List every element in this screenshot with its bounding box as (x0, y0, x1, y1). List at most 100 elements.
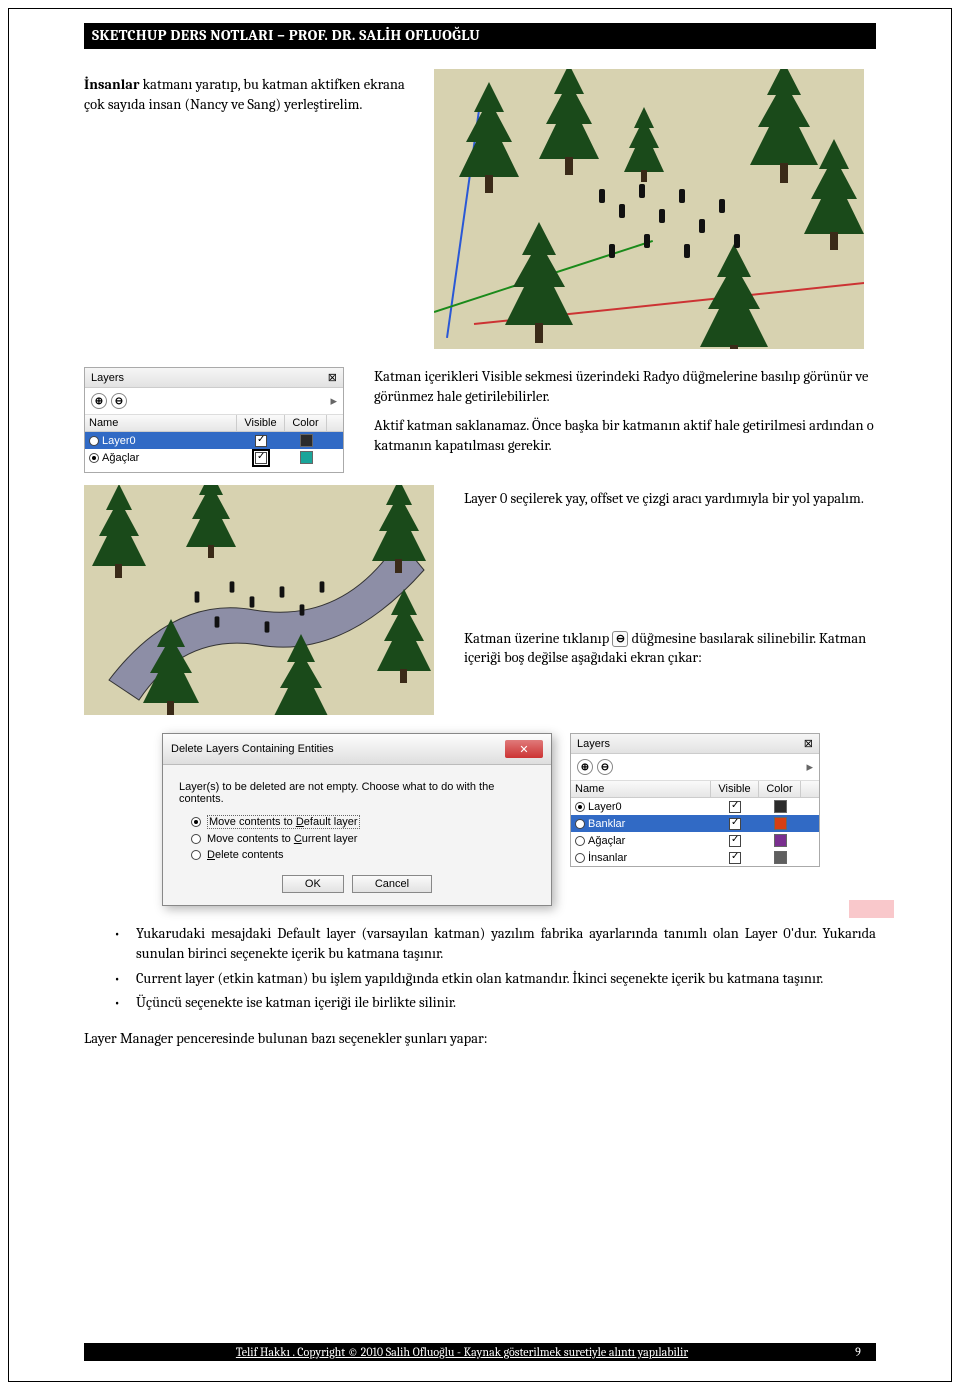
radio-icon[interactable] (191, 834, 201, 844)
layer-name: Banklar (588, 818, 625, 830)
paragraph: Aktif katman saklanamaz. Önce başka bir … (374, 416, 876, 455)
color-swatch[interactable] (774, 834, 787, 847)
visible-checkbox[interactable] (255, 452, 267, 464)
paragraph: Katman üzerine tıklanıp ⊖ düğmesine bası… (464, 629, 876, 668)
paragraph: Katman içerikleri Visible sekmesi üzerin… (374, 367, 876, 406)
cancel-button[interactable]: Cancel (352, 875, 432, 893)
paragraph: Layer Manager penceresinde bulunan bazı … (84, 1029, 876, 1049)
bullet-list: Yukarudaki mesajdaki Default layer (vars… (84, 924, 876, 1013)
footer: Telif Hakkı . Copyright © 2010 Salih Ofl… (84, 1343, 876, 1361)
person-figure (599, 189, 605, 203)
active-layer-radio[interactable] (575, 836, 585, 846)
person-figure (215, 616, 220, 627)
color-swatch[interactable] (774, 851, 787, 864)
layers-panel: Layers ⊠ ⊕ ⊖ ▸ Name Visible Color Layer0 (570, 733, 820, 867)
layer-name: Layer0 (588, 801, 622, 813)
visible-checkbox[interactable] (729, 835, 741, 847)
person-figure (659, 209, 665, 223)
tree-icon (84, 485, 159, 580)
col-name-header[interactable]: Name (571, 781, 711, 797)
active-layer-radio[interactable] (575, 853, 585, 863)
visible-checkbox[interactable] (255, 435, 267, 447)
tree-icon (489, 217, 589, 347)
list-item: Current layer (etkin katman) bu işlem ya… (114, 969, 876, 989)
menu-arrow-icon[interactable]: ▸ (806, 759, 813, 775)
layer-name: Ağaçlar (102, 452, 139, 464)
visible-checkbox[interactable] (729, 852, 741, 864)
dialog-option[interactable]: Move contents to Current layer (191, 833, 535, 845)
header-text: SKETCHUP DERS NOTLARI – PROF. DR. SALİH … (92, 26, 480, 44)
close-button[interactable]: ✕ (505, 740, 543, 758)
active-layer-radio[interactable] (89, 453, 99, 463)
tree-icon (684, 239, 784, 349)
layer-row[interactable]: Ağaçlar (85, 449, 343, 466)
person-figure (639, 184, 645, 198)
color-swatch[interactable] (300, 451, 313, 464)
visible-checkbox[interactable] (729, 801, 741, 813)
page-frame: SKETCHUP DERS NOTLARI – PROF. DR. SALİH … (8, 8, 952, 1382)
dialog-option[interactable]: Delete contents (191, 849, 535, 861)
ok-button[interactable]: OK (282, 875, 344, 893)
layer-row[interactable]: İnsanlar (571, 849, 819, 866)
layer-row[interactable]: Banklar (571, 815, 819, 832)
remove-layer-button[interactable]: ⊖ (111, 393, 127, 409)
text-part: Katman üzerine tıklanıp (464, 630, 612, 647)
color-swatch[interactable] (300, 434, 313, 447)
radio-icon[interactable] (191, 817, 201, 827)
person-figure (230, 581, 235, 592)
row-layers-expl: Layers ⊠ ⊕ ⊖ ▸ Name Visible Color Layer0 (84, 367, 876, 473)
footer-text: Telif Hakkı . Copyright © 2010 Salih Ofl… (84, 1345, 840, 1359)
tree-icon (614, 104, 674, 184)
doc-header: SKETCHUP DERS NOTLARI – PROF. DR. SALİH … (84, 23, 876, 49)
add-layer-button[interactable]: ⊕ (577, 759, 593, 775)
person-figure (734, 234, 740, 248)
tree-icon (129, 615, 214, 715)
radio-icon[interactable] (191, 850, 201, 860)
row-intro: İnsanlar katmanı yaratıp, bu katman akti… (84, 69, 876, 349)
dialog-option[interactable]: Move contents to Default layer (191, 815, 535, 829)
person-figure (609, 244, 615, 258)
add-layer-button[interactable]: ⊕ (91, 393, 107, 409)
col-visible-header[interactable]: Visible (711, 781, 759, 797)
active-layer-radio[interactable] (89, 436, 99, 446)
color-swatch[interactable] (774, 800, 787, 813)
content-area: İnsanlar katmanı yaratıp, bu katman akti… (9, 49, 951, 1049)
dialog-titlebar: Delete Layers Containing Entities ✕ (163, 734, 551, 765)
person-figure (250, 596, 255, 607)
active-layer-radio[interactable] (575, 802, 585, 812)
layer-row[interactable]: Layer0 (85, 432, 343, 449)
intro-paragraph: İnsanlar katmanı yaratıp, bu katman akti… (84, 69, 424, 349)
layer-name: İnsanlar (588, 852, 627, 864)
layer-row[interactable]: Ağaçlar (571, 832, 819, 849)
pin-icon[interactable]: ⊠ (328, 371, 337, 384)
list-item: Yukarudaki mesajdaki Default layer (vars… (114, 924, 876, 965)
minus-icon: ⊖ (612, 631, 628, 647)
visible-checkbox[interactable] (729, 818, 741, 830)
tree-icon (524, 69, 614, 179)
layers-explanation: Katman içerikleri Visible sekmesi üzerin… (354, 367, 876, 465)
layer-row[interactable]: Layer0 (571, 798, 819, 815)
dialog-body: Layer(s) to be deleted are not empty. Ch… (163, 765, 551, 905)
col-color-header[interactable]: Color (759, 781, 801, 797)
layer-name: Layer0 (102, 435, 136, 447)
remove-layer-button[interactable]: ⊖ (597, 759, 613, 775)
road-text-col: Layer 0 seçilerek yay, offset ve çizgi a… (444, 485, 876, 715)
person-figure (195, 591, 200, 602)
col-name-header[interactable]: Name (85, 415, 237, 431)
color-swatch[interactable] (774, 817, 787, 830)
panel-toolbar: ⊕ ⊖ ▸ (571, 754, 819, 781)
person-figure (699, 219, 705, 233)
col-color-header[interactable]: Color (285, 415, 327, 431)
menu-arrow-icon[interactable]: ▸ (330, 393, 337, 409)
page-number: 9 (840, 1345, 876, 1359)
sketchup-viewport-2 (84, 485, 434, 715)
active-layer-radio[interactable] (575, 819, 585, 829)
pink-fragment (849, 900, 894, 918)
col-visible-header[interactable]: Visible (237, 415, 285, 431)
pin-icon[interactable]: ⊠ (804, 737, 813, 750)
delete-layers-dialog: Delete Layers Containing Entities ✕ Laye… (162, 733, 552, 906)
panel-titlebar: Layers ⊠ (571, 734, 819, 754)
layers-header-row: Name Visible Color (571, 781, 819, 798)
layers-panel: Layers ⊠ ⊕ ⊖ ▸ Name Visible Color Layer0 (84, 367, 344, 473)
panel-toolbar: ⊕ ⊖ ▸ (85, 388, 343, 415)
